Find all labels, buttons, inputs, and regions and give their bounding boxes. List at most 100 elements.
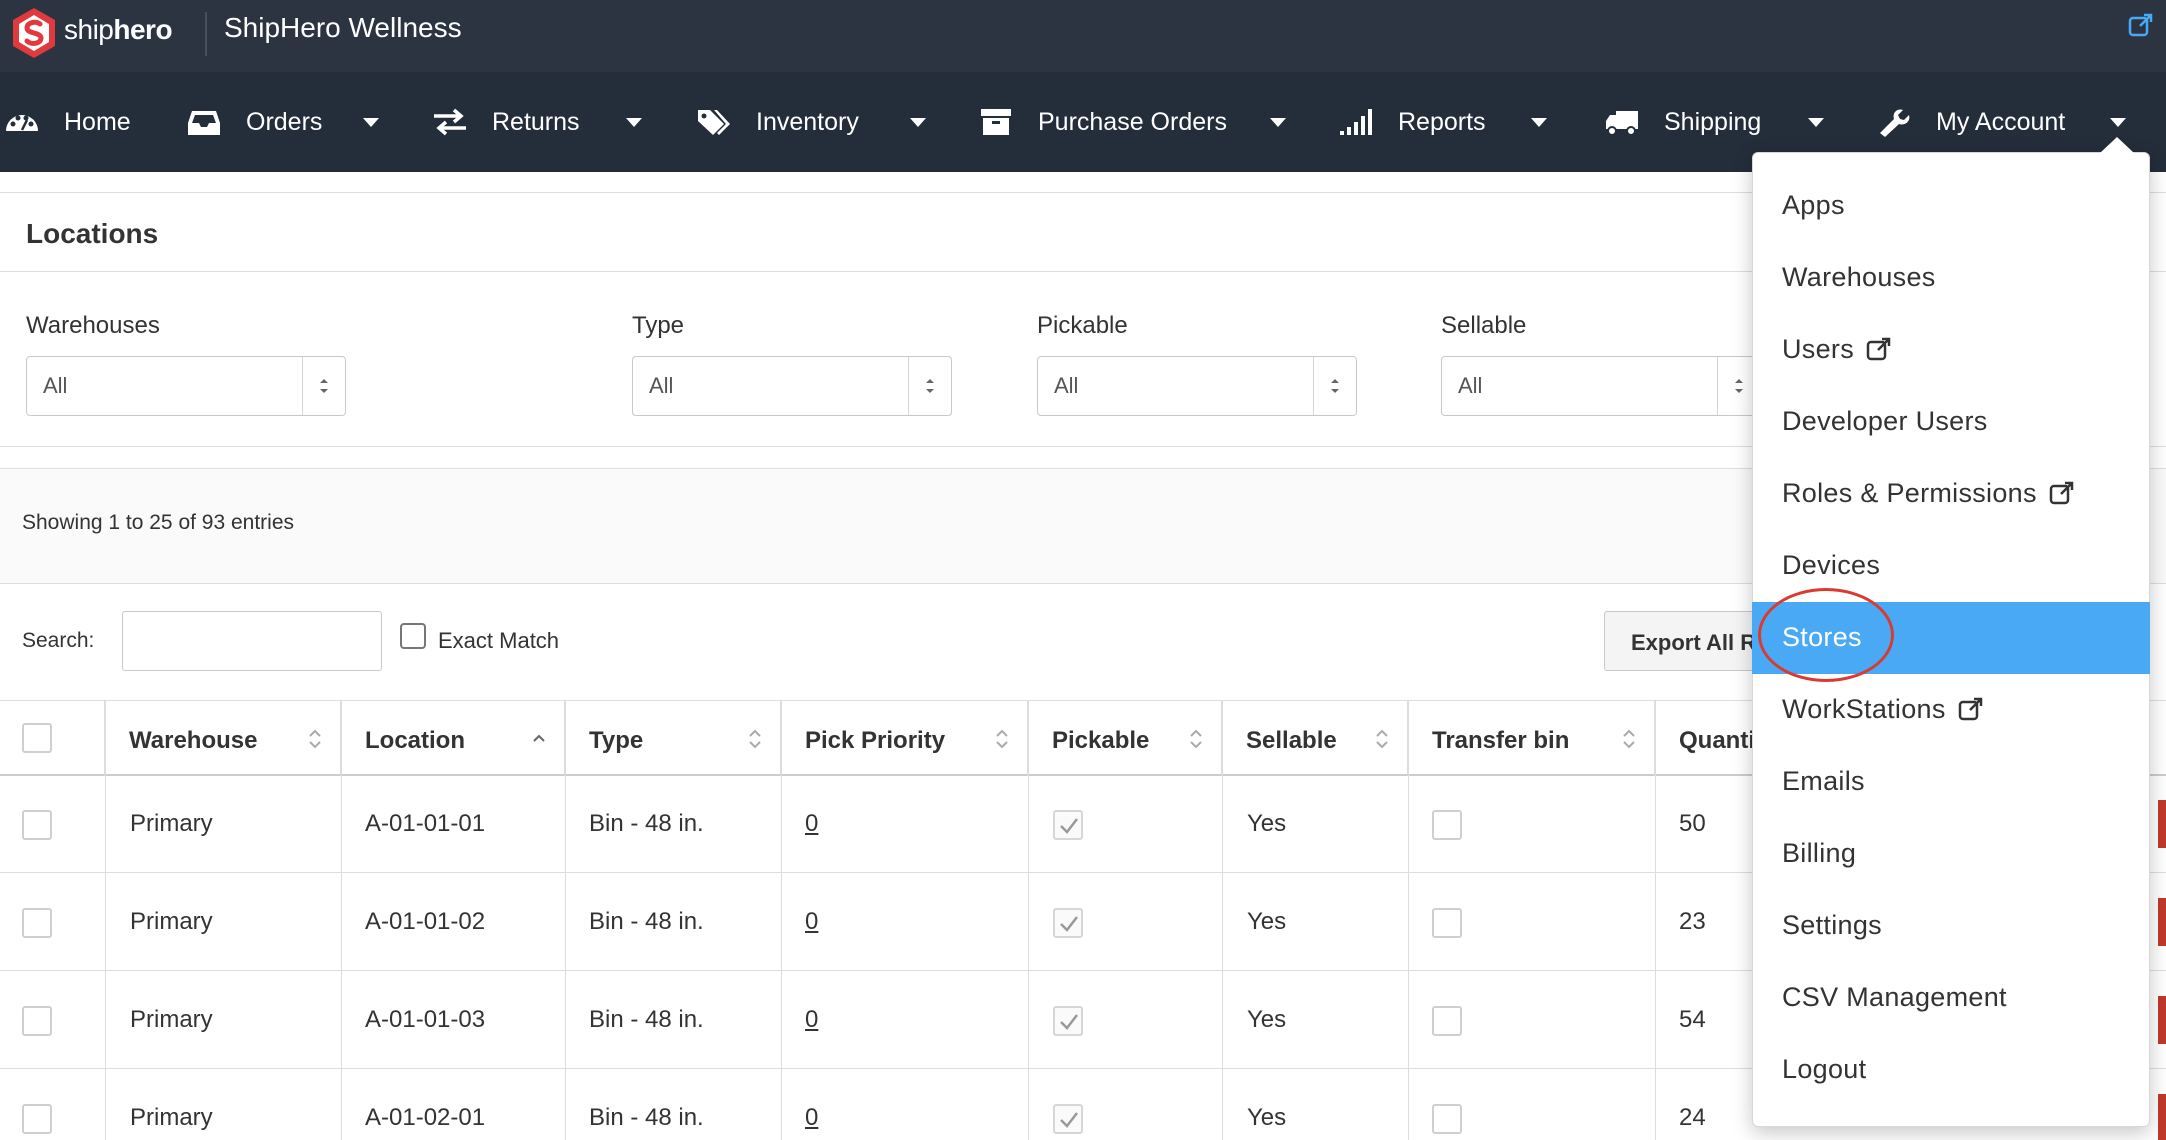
purchase-orders-caret-icon[interactable] <box>1270 118 1286 127</box>
shipping-caret-icon[interactable] <box>1808 118 1824 127</box>
search-input[interactable] <box>122 611 382 671</box>
external-link-icon[interactable] <box>2128 12 2154 38</box>
sort-icon <box>996 729 1008 749</box>
menu-item-label: Devices <box>1782 550 1881 580</box>
menu-item-developer-users[interactable]: Developer Users <box>1752 386 2150 458</box>
row-select-checkbox[interactable] <box>22 810 52 840</box>
menu-item-settings[interactable]: Settings <box>1752 890 2150 962</box>
cell-location[interactable]: A-01-01-02 <box>365 908 485 936</box>
menu-item-csv-management[interactable]: CSV Management <box>1752 962 2150 1034</box>
exact-match-checkbox[interactable] <box>400 623 426 649</box>
tags-icon <box>698 110 730 135</box>
logo-wordmark[interactable]: shiphero <box>64 14 173 46</box>
row-action-tag[interactable] <box>2158 996 2166 1044</box>
cell-location[interactable]: A-01-02-01 <box>365 1104 485 1132</box>
my-account-caret-icon[interactable] <box>2110 118 2126 127</box>
nav-inventory[interactable]: Inventory <box>696 72 859 172</box>
transfer-bin-checkbox[interactable] <box>1432 810 1462 840</box>
menu-item-warehouses[interactable]: Warehouses <box>1752 242 2150 314</box>
cell-quantity: 54 <box>1679 1006 1706 1033</box>
type-select[interactable]: All <box>632 356 952 416</box>
select-divider <box>1717 357 1718 415</box>
menu-item-label: Logout <box>1782 1054 1867 1084</box>
cell-pick-priority-link[interactable]: 0 <box>805 810 818 838</box>
cell-location[interactable]: A-01-01-01 <box>365 810 485 838</box>
row-select-checkbox[interactable] <box>22 1104 52 1134</box>
export-all-button[interactable]: Export All R <box>1604 611 1764 671</box>
menu-item-label: Developer Users <box>1782 406 1988 436</box>
pickable-checkbox[interactable] <box>1053 810 1083 840</box>
menu-item-billing[interactable]: Billing <box>1752 818 2150 890</box>
menu-item-workstations[interactable]: WorkStations <box>1752 674 2150 746</box>
column-header-pick-priority[interactable]: Pick Priority <box>781 700 1028 776</box>
cell-pick-priority-link[interactable]: 0 <box>805 908 818 936</box>
row-action-tag[interactable] <box>2158 800 2166 848</box>
orders-caret-icon[interactable] <box>363 118 379 127</box>
entries-count: Showing 1 to 25 of 93 entries <box>22 511 295 534</box>
select-divider <box>302 357 303 415</box>
row-action-tag[interactable] <box>2158 1094 2166 1140</box>
column-divider <box>781 700 782 1140</box>
menu-item-label: Billing <box>1782 838 1857 868</box>
sort-icon <box>1376 729 1388 749</box>
cell-pick-priority-link[interactable]: 0 <box>805 1104 818 1132</box>
column-header-type[interactable]: Type <box>565 700 781 776</box>
sellable-select[interactable]: All <box>1441 356 1761 416</box>
pickable-checkbox[interactable] <box>1053 1006 1083 1036</box>
select-value: All <box>43 373 68 398</box>
pickable-checkbox[interactable] <box>1053 908 1083 938</box>
nav-orders[interactable]: Orders <box>186 72 322 172</box>
checkmark-icon <box>1060 1112 1078 1128</box>
shiphero-logo-icon[interactable] <box>10 6 58 60</box>
transfer-bin-checkbox[interactable] <box>1432 1104 1462 1134</box>
column-label: Location <box>365 727 465 754</box>
warehouses-select[interactable]: All <box>26 356 346 416</box>
column-header-sellable[interactable]: Sellable <box>1222 700 1408 776</box>
column-header-pickable[interactable]: Pickable <box>1028 700 1222 776</box>
menu-item-label: WorkStations <box>1782 694 1946 724</box>
sort-icon <box>309 729 321 749</box>
nav-shipping[interactable]: Shipping <box>1604 72 1761 172</box>
select-value: All <box>1458 373 1483 398</box>
reports-caret-icon[interactable] <box>1531 118 1547 127</box>
nav-returns[interactable]: Returns <box>432 72 580 172</box>
cell-location[interactable]: A-01-01-03 <box>365 1006 485 1034</box>
nav-label: Orders <box>246 107 323 136</box>
column-header-location[interactable]: Location <box>341 700 565 776</box>
transfer-bin-checkbox[interactable] <box>1432 908 1462 938</box>
row-action-tag[interactable] <box>2158 898 2166 946</box>
column-header-transfer-bin[interactable]: Transfer bin <box>1408 700 1655 776</box>
external-link-icon <box>1958 697 1982 721</box>
nav-home[interactable]: Home <box>4 72 131 172</box>
nav-label: My Account <box>1936 107 2066 136</box>
menu-item-label: Emails <box>1782 766 1865 796</box>
pickable-checkbox[interactable] <box>1053 1104 1083 1134</box>
returns-caret-icon[interactable] <box>626 118 642 127</box>
menu-item-logout[interactable]: Logout <box>1752 1034 2150 1106</box>
row-select-checkbox[interactable] <box>22 908 52 938</box>
nav-label: Purchase Orders <box>1038 107 1227 136</box>
cell-sellable: Yes <box>1247 1104 1287 1131</box>
column-label: Type <box>589 727 644 754</box>
menu-item-emails[interactable]: Emails <box>1752 746 2150 818</box>
cell-pick-priority-link[interactable]: 0 <box>805 1006 818 1034</box>
column-label: Sellable <box>1246 727 1337 754</box>
transfer-bin-checkbox[interactable] <box>1432 1006 1462 1036</box>
menu-item-label: Roles & Permissions <box>1782 478 2037 508</box>
pickable-select[interactable]: All <box>1037 356 1357 416</box>
logo-prefix: ship <box>64 14 114 45</box>
sort-icon <box>1623 729 1635 749</box>
filter-label-pickable: Pickable <box>1037 312 1128 339</box>
row-select-checkbox[interactable] <box>22 1006 52 1036</box>
sort-icon <box>1190 729 1202 749</box>
cell-quantity: 24 <box>1679 1104 1706 1131</box>
menu-item-roles-permissions[interactable]: Roles & Permissions <box>1752 458 2150 530</box>
column-header-warehouse[interactable]: Warehouse <box>105 700 341 776</box>
inventory-caret-icon[interactable] <box>910 118 926 127</box>
menu-item-apps[interactable]: Apps <box>1752 170 2150 242</box>
menu-item-users[interactable]: Users <box>1752 314 2150 386</box>
checkmark-icon <box>1060 818 1078 834</box>
select-all-checkbox[interactable] <box>22 723 52 753</box>
nav-purchase-orders[interactable]: Purchase Orders <box>978 72 1227 172</box>
nav-reports[interactable]: Reports <box>1338 72 1486 172</box>
